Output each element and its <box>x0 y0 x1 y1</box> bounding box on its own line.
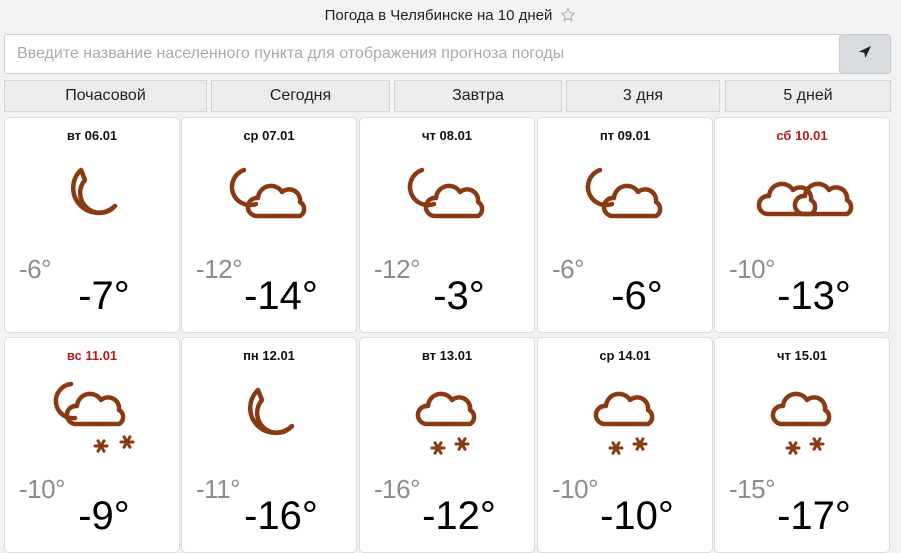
day-card[interactable]: пн 12.01 -11° -16° <box>181 337 357 553</box>
day-card[interactable]: вт 06.01 -6° -7° <box>4 117 180 333</box>
tab-label: 3 дня <box>622 87 664 104</box>
day-temperature: -10° <box>600 494 674 538</box>
cloud-snow-icon <box>396 372 500 468</box>
day-card[interactable]: вс 11.01 -10° -9° <box>4 337 180 553</box>
day-temperature: -12° <box>422 494 496 538</box>
day-date: ср 14.01 <box>599 348 651 363</box>
tab-label: Сегодня <box>269 87 332 104</box>
day-temperature: -16° <box>244 494 318 538</box>
page-title: Погода в Челябинске на 10 дней <box>324 6 553 24</box>
moon-icon <box>218 372 322 468</box>
day-temperature: -9° <box>78 494 130 538</box>
day-date: вт 06.01 <box>66 128 118 143</box>
tab-label: Почасовой <box>65 87 146 104</box>
day-temperature: -13° <box>777 274 851 318</box>
day-date: сб 10.01 <box>776 128 828 143</box>
day-card[interactable]: сб 10.01 -10° -13° <box>714 117 890 333</box>
day-card[interactable]: пт 09.01 -6° -6° <box>537 117 713 333</box>
day-temperature: -3° <box>433 274 485 318</box>
tab-label: Завтра <box>452 87 504 104</box>
day-date: ср 07.01 <box>243 128 295 143</box>
day-temperature: -6° <box>611 274 663 318</box>
day-temperature: -17° <box>777 494 851 538</box>
moon-cloud-icon <box>574 152 678 248</box>
cloud-snow-icon <box>574 372 678 468</box>
day-card[interactable]: ср 14.01 -10° -10° <box>537 337 713 553</box>
city-search-input[interactable] <box>4 34 842 74</box>
location-arrow-icon <box>856 43 874 66</box>
tab-today[interactable]: Сегодня <box>211 80 390 112</box>
moon-icon <box>41 152 145 248</box>
day-card[interactable]: ср 07.01 -12° -14° <box>181 117 357 333</box>
forecast-tabs: Почасовой Сегодня Завтра 3 дня 5 дней <box>0 80 901 112</box>
tab-3-days[interactable]: 3 дня <box>566 80 720 112</box>
day-date: чт 08.01 <box>421 128 473 143</box>
day-date: пн 12.01 <box>243 348 295 363</box>
locate-button[interactable] <box>839 34 891 74</box>
moon-cloud-icon <box>396 152 500 248</box>
day-date: чт 15.01 <box>776 348 828 363</box>
cloud-snow-icon <box>751 372 855 468</box>
tab-tomorrow[interactable]: Завтра <box>394 80 562 112</box>
day-temperature: -14° <box>244 274 318 318</box>
page-header: Погода в Челябинске на 10 дней <box>0 0 901 30</box>
tab-hourly[interactable]: Почасовой <box>4 80 207 112</box>
moon-cloud-snow-icon <box>41 372 145 468</box>
star-icon[interactable] <box>560 7 576 23</box>
day-card[interactable]: вт 13.01 -16° -12° <box>359 337 535 553</box>
day-card[interactable]: чт 15.01 -15° -17° <box>714 337 890 553</box>
day-date: вт 13.01 <box>421 348 473 363</box>
tab-label: 5 дней <box>783 87 833 104</box>
double-cloud-icon <box>751 152 855 248</box>
day-temperature: -7° <box>78 274 130 318</box>
day-date: вс 11.01 <box>66 348 118 363</box>
day-date: пт 09.01 <box>599 128 651 143</box>
moon-cloud-icon <box>218 152 322 248</box>
tab-5-days[interactable]: 5 дней <box>725 80 891 112</box>
day-card[interactable]: чт 08.01 -12° -3° <box>359 117 535 333</box>
